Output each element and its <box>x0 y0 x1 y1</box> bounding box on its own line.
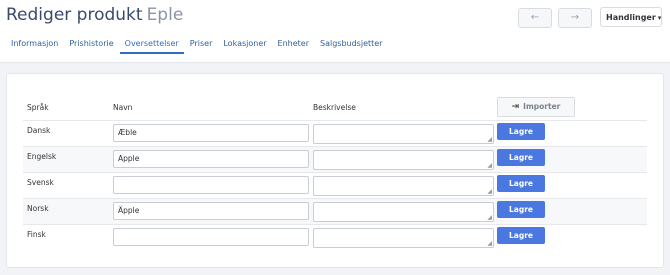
import-label: Importer <box>523 102 561 111</box>
save-button[interactable]: Lagre <box>497 175 545 192</box>
save-button[interactable]: Lagre <box>497 149 545 166</box>
name-input[interactable]: Æble <box>113 124 309 142</box>
language-label: Dansk <box>27 126 51 135</box>
table-row: Norsk Äpple ◢ Lagre <box>23 198 647 224</box>
description-textarea[interactable]: ◢ <box>313 228 494 248</box>
table-row: Finsk ◢ Lagre <box>23 224 647 250</box>
tab-priser[interactable]: Priser <box>185 36 218 54</box>
table-row: Dansk Æble ◢ Lagre <box>23 120 647 146</box>
description-textarea[interactable]: ◢ <box>313 150 494 170</box>
table-row: Svensk ◢ Lagre <box>23 172 647 198</box>
resize-grip-icon[interactable]: ◢ <box>487 214 492 221</box>
actions-label: Handlinger <box>606 13 656 22</box>
tab-prishistorie[interactable]: Prishistorie <box>64 36 118 54</box>
table-row: Engelsk Apple ◢ Lagre <box>23 146 647 172</box>
column-header-name: Navn <box>113 103 133 112</box>
actions-dropdown[interactable]: Handlinger ▾ <box>600 7 662 27</box>
name-input[interactable]: Äpple <box>113 202 309 220</box>
tab-enheter[interactable]: Enheter <box>273 36 314 54</box>
language-label: Finsk <box>27 230 46 239</box>
resize-grip-icon[interactable]: ◢ <box>487 188 492 195</box>
save-button[interactable]: Lagre <box>497 201 545 218</box>
product-name: Eple <box>146 5 184 25</box>
resize-grip-icon[interactable]: ◢ <box>487 136 492 143</box>
next-button[interactable]: → <box>558 8 592 28</box>
tab-salgsbudsjetter[interactable]: Salgsbudsjetter <box>315 36 387 54</box>
name-input[interactable] <box>113 176 309 194</box>
arrow-left-icon: ← <box>530 12 540 23</box>
tab-informasjon[interactable]: Informasjon <box>0 36 63 54</box>
page-title: Rediger produkt Eple <box>6 5 183 25</box>
tab-bar: Informasjon Prishistorie Oversettelser P… <box>0 36 388 58</box>
import-icon: ⇥ <box>511 102 520 112</box>
save-button[interactable]: Lagre <box>497 123 545 140</box>
language-label: Svensk <box>27 178 54 187</box>
name-input[interactable]: Apple <box>113 150 309 168</box>
tab-lokasjoner[interactable]: Lokasjoner <box>218 36 271 54</box>
column-header-language: Språk <box>27 103 49 112</box>
page-header: Rediger produkt Eple ← → Handlinger ▾ Info… <box>0 0 670 63</box>
description-textarea[interactable]: ◢ <box>313 202 494 222</box>
save-button[interactable]: Lagre <box>497 227 545 244</box>
page-title-text: Rediger produkt <box>6 5 143 25</box>
language-label: Norsk <box>27 204 49 213</box>
resize-grip-icon[interactable]: ◢ <box>487 162 492 169</box>
name-input[interactable] <box>113 228 309 246</box>
resize-grip-icon[interactable]: ◢ <box>487 240 492 247</box>
column-header-description: Beskrivelse <box>313 103 356 112</box>
language-label: Engelsk <box>27 152 57 161</box>
previous-button[interactable]: ← <box>518 8 552 28</box>
import-button[interactable]: ⇥ Importer <box>497 97 575 117</box>
description-textarea[interactable]: ◢ <box>313 176 494 196</box>
chevron-down-icon: ▾ <box>657 14 662 22</box>
tab-oversettelser[interactable]: Oversettelser <box>119 36 184 54</box>
arrow-right-icon: → <box>570 12 580 23</box>
description-textarea[interactable]: ◢ <box>313 124 494 144</box>
translations-card: Språk Navn Beskrivelse ⇥ Importer Dansk Æ… <box>6 73 664 268</box>
